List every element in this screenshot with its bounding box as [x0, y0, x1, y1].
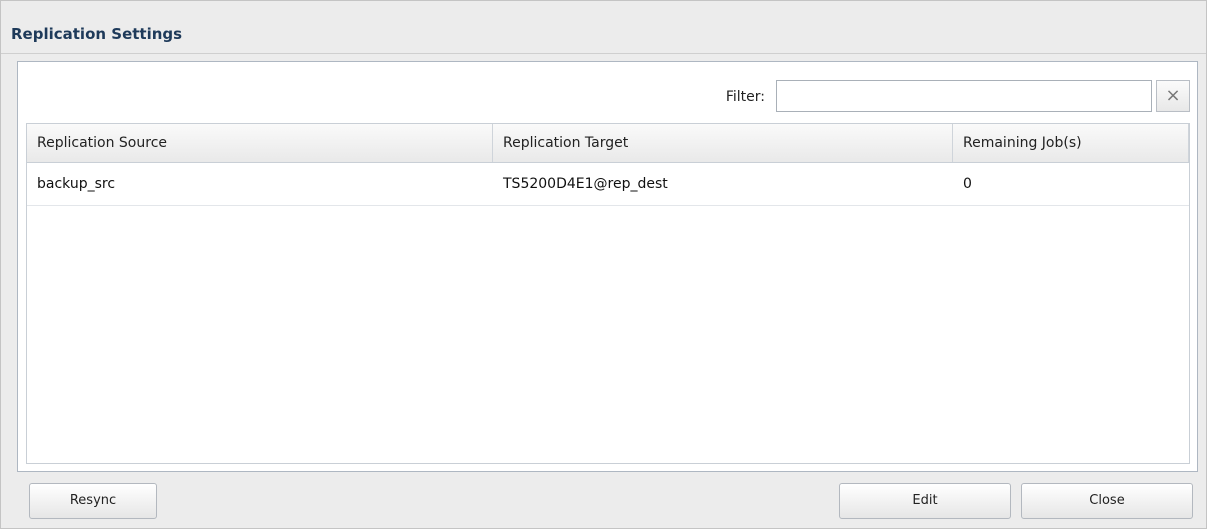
filter-label: Filter:: [725, 89, 765, 105]
table-row[interactable]: backup_src TS5200D4E1@rep_dest 0: [27, 163, 1189, 206]
resync-button[interactable]: Resync: [29, 483, 157, 519]
close-icon: ×: [1165, 85, 1181, 106]
column-header-remaining-jobs[interactable]: Remaining Job(s): [953, 124, 1189, 162]
dialog-title: Replication Settings: [11, 25, 183, 43]
title-divider: [1, 53, 1206, 54]
cell-replication-target: TS5200D4E1@rep_dest: [503, 176, 668, 192]
replication-settings-dialog: Replication Settings Filter: × Replicati…: [0, 0, 1207, 529]
cell-replication-source: backup_src: [37, 176, 116, 192]
cell-remaining-jobs: 0: [963, 176, 972, 192]
filter-clear-button[interactable]: ×: [1156, 80, 1190, 112]
close-button[interactable]: Close: [1021, 483, 1193, 519]
edit-button[interactable]: Edit: [839, 483, 1011, 519]
column-header-source[interactable]: Replication Source: [27, 124, 493, 162]
table-header: Replication Source Replication Target Re…: [27, 124, 1189, 163]
filter-input[interactable]: [776, 80, 1152, 112]
column-header-target[interactable]: Replication Target: [493, 124, 953, 162]
replication-table: Replication Source Replication Target Re…: [26, 123, 1190, 464]
replication-panel: Filter: × Replication Source Replication…: [17, 61, 1198, 472]
